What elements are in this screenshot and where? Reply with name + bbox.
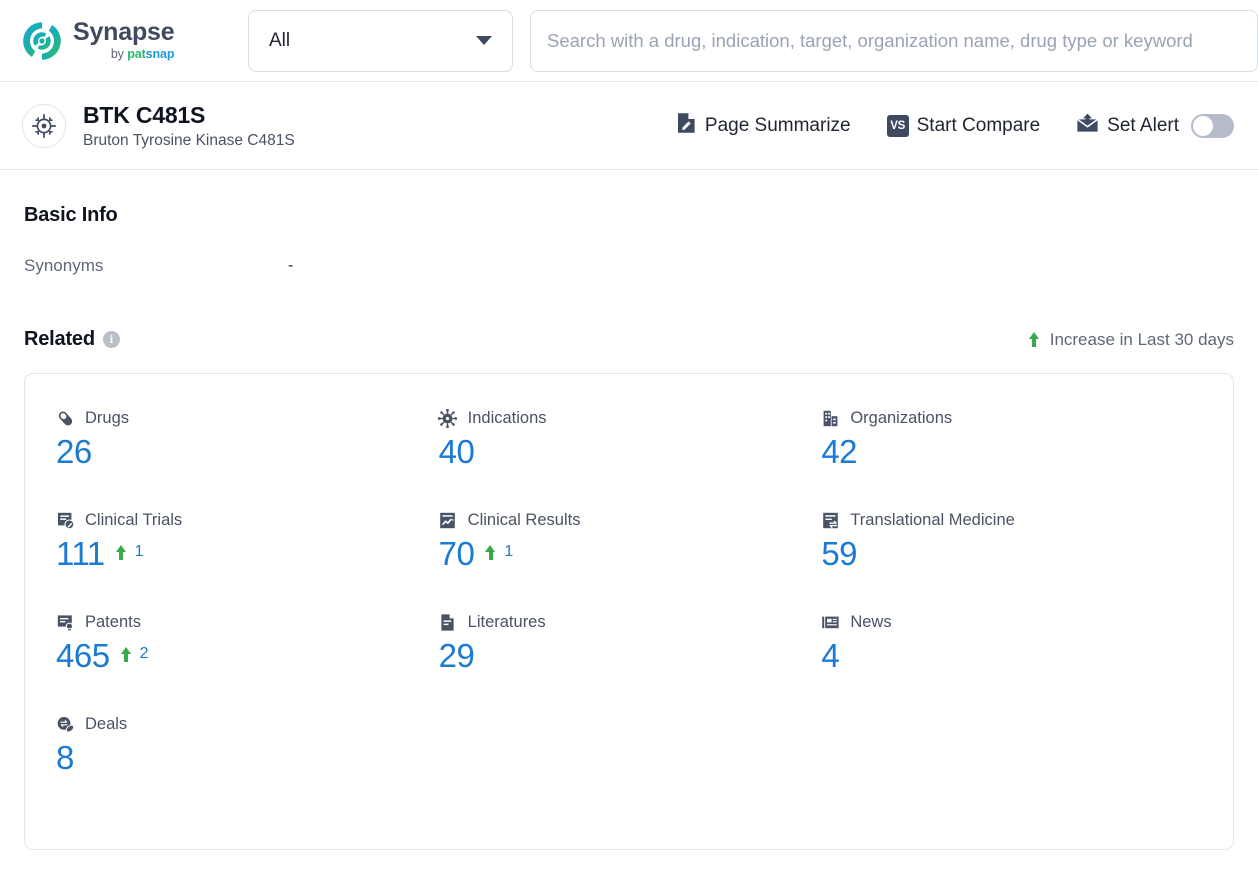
arrow-up-icon: [115, 544, 127, 560]
patent-icon: [55, 612, 75, 632]
stat-label: Clinical Results: [467, 510, 581, 529]
arrow-up-icon: [1028, 332, 1040, 347]
top-search-bar: Synapse by patsnap All: [0, 0, 1258, 82]
stat-value: 29: [438, 637, 475, 674]
stat-delta-value: 1: [504, 543, 514, 560]
basic-info-heading: Basic Info: [24, 204, 118, 226]
stat-value: 26: [56, 433, 92, 470]
stat-deals[interactable]: Deals 8: [55, 714, 438, 816]
synonyms-label: Synonyms: [24, 256, 104, 275]
brand-tagline: by patsnap: [110, 47, 175, 62]
stat-value: 70: [438, 535, 475, 572]
stat-delta: 1: [115, 543, 144, 561]
stat-literatures[interactable]: Literatures 29: [438, 612, 821, 714]
stat-label: News: [850, 612, 892, 631]
stat-news[interactable]: News 4: [820, 612, 1203, 714]
clinical-trial-icon: [55, 510, 75, 530]
deals-icon: [55, 714, 75, 734]
stat-label: Organizations: [850, 408, 953, 427]
alert-mail-icon: [1076, 113, 1099, 138]
stat-value: 59: [821, 535, 858, 572]
stat-delta-value: 2: [139, 645, 149, 662]
search-filter-value: All: [269, 29, 291, 51]
related-header: Related i Increase in Last 30 days: [24, 328, 1234, 351]
stat-value: 4: [821, 637, 840, 674]
stat-delta: 1: [485, 543, 513, 561]
start-compare-button[interactable]: VS Start Compare: [886, 114, 1041, 137]
stat-clinical-results[interactable]: Clinical Results 70 1: [438, 510, 821, 612]
document-pen-icon: [676, 112, 697, 139]
brand-name: Synapse: [73, 18, 175, 47]
set-alert-label: Set Alert: [1107, 114, 1179, 136]
arrow-up-icon: [120, 646, 132, 662]
stat-label: Indications: [467, 408, 547, 427]
set-alert-toggle[interactable]: [1191, 113, 1234, 138]
stat-drugs[interactable]: Drugs 26: [55, 408, 438, 510]
literature-icon: [438, 612, 458, 632]
building-icon: [820, 408, 840, 428]
stat-label: Deals: [85, 714, 128, 733]
stat-indications[interactable]: Indications 40: [438, 408, 821, 510]
main-content: Basic Info Synonyms - Related i Increase…: [0, 204, 1258, 850]
stat-value: 111: [56, 535, 105, 572]
search-field-wrapper[interactable]: [530, 9, 1258, 72]
stat-delta-value: 1: [134, 543, 144, 560]
search-input[interactable]: [547, 29, 1241, 52]
clinical-result-icon: [438, 510, 458, 530]
stat-label: Drugs: [85, 408, 130, 427]
virus-icon: [438, 408, 458, 428]
increase-legend: Increase in Last 30 days: [1028, 329, 1234, 350]
related-stats-card: Drugs 26 Indications 40 Organizations 42…: [24, 373, 1234, 850]
stat-organizations[interactable]: Organizations 42: [820, 408, 1203, 510]
entity-header: BTK C481S Bruton Tyrosine Kinase C481S P…: [0, 82, 1258, 170]
stat-clinical-trials[interactable]: Clinical Trials 111 1: [55, 510, 438, 612]
stat-value: 40: [438, 433, 475, 470]
stat-patents[interactable]: Patents 465 2: [55, 612, 438, 714]
page-summarize-label: Page Summarize: [704, 114, 851, 136]
stat-label: Clinical Trials: [85, 510, 183, 529]
arrow-up-icon: [485, 544, 496, 560]
stat-label: Literatures: [467, 612, 546, 631]
entity-subtitle: Bruton Tyrosine Kinase C481S: [83, 132, 295, 150]
vs-badge-icon: VS: [886, 114, 909, 137]
synonyms-row: Synonyms -: [24, 256, 1234, 276]
avatar: [22, 103, 66, 148]
increase-legend-label: Increase in Last 30 days: [1049, 329, 1234, 349]
stat-value: 42: [821, 433, 858, 470]
pill-icon: [55, 408, 75, 428]
search-filter-dropdown[interactable]: All: [248, 9, 513, 72]
translational-icon: [820, 510, 840, 530]
news-icon: [820, 612, 840, 632]
stat-label: Patents: [85, 612, 141, 631]
set-alert-button[interactable]: Set Alert: [1076, 113, 1234, 138]
page-title: BTK C481S: [83, 101, 206, 128]
start-compare-label: Start Compare: [916, 114, 1041, 136]
related-heading: Related: [24, 328, 95, 350]
synapse-logo-icon: [20, 19, 64, 63]
info-icon[interactable]: i: [102, 331, 120, 348]
related-stats-grid: Drugs 26 Indications 40 Organizations 42…: [55, 408, 1203, 816]
synonyms-value: -: [288, 257, 294, 274]
stat-delta: 2: [120, 645, 149, 663]
entity-action-group: Page Summarize VS Start Compare Set Aler…: [676, 112, 1234, 139]
stat-translational-medicine[interactable]: Translational Medicine 59: [820, 510, 1203, 612]
page-summarize-button[interactable]: Page Summarize: [676, 112, 851, 139]
toggle-knob: [1193, 115, 1213, 136]
stat-value: 8: [56, 739, 74, 776]
chevron-down-icon: [476, 36, 492, 45]
brand-logo[interactable]: Synapse by patsnap: [20, 19, 248, 63]
stat-value: 465: [56, 637, 110, 674]
stat-label: Translational Medicine: [850, 510, 1015, 529]
